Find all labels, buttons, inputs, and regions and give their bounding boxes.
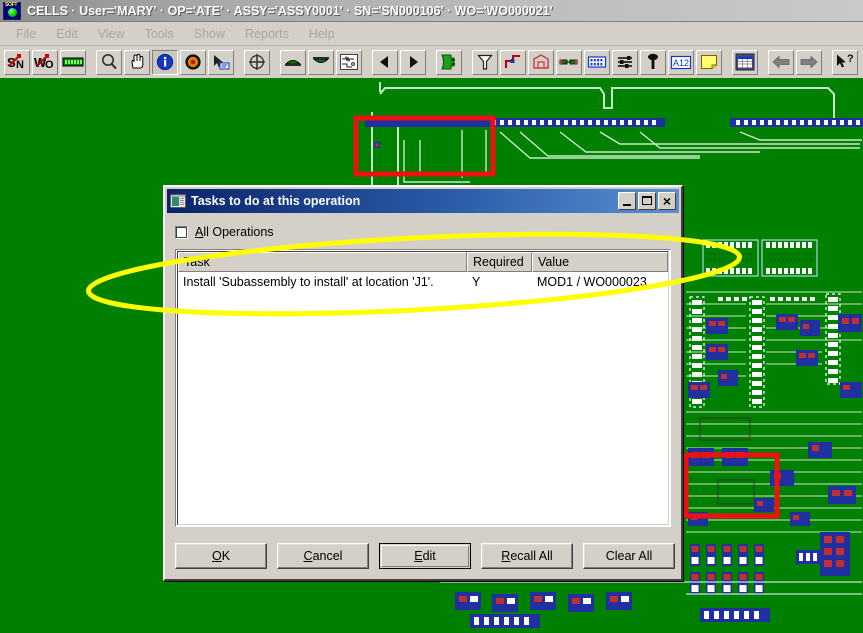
clear-all-button[interactable]: Clear All xyxy=(583,543,675,569)
all-operations-row[interactable]: All Operations xyxy=(175,221,671,243)
menu-item-edit[interactable]: Edit xyxy=(46,24,88,44)
pointer-label-icon[interactable] xyxy=(208,49,234,75)
table-row[interactable]: Install 'Subassembly to install' at loca… xyxy=(178,272,668,291)
clear-work-order-icon[interactable]: W O xyxy=(32,49,58,75)
note-icon[interactable] xyxy=(696,49,722,75)
window-title: CELLS · User='MARY' · OP='ATE' · ASSY='A… xyxy=(27,3,553,18)
tasks-list[interactable]: Task Required Value Install 'Subassembly… xyxy=(175,249,671,527)
svg-text:N: N xyxy=(16,59,24,71)
board-top-side-icon[interactable] xyxy=(280,49,306,75)
window-titlebar: SOFT CELLS · User='MARY' · OP='ATE' · AS… xyxy=(0,0,863,22)
cancel-accelerator: C xyxy=(303,549,313,563)
clear-all-label: Clear All xyxy=(605,549,653,563)
column-header-value[interactable]: Value xyxy=(532,252,668,272)
menu-item-show[interactable]: Show xyxy=(184,24,235,44)
board-chip-icon[interactable] xyxy=(60,49,86,75)
close-glyph: × xyxy=(662,193,672,209)
edit-label-rest: dit xyxy=(422,549,436,563)
svg-text:O: O xyxy=(45,59,54,71)
filter-funnel-icon[interactable] xyxy=(472,49,498,75)
ic-chip-icon[interactable] xyxy=(584,49,610,75)
maximize-button[interactable] xyxy=(638,192,656,210)
svg-text:?: ? xyxy=(847,53,854,65)
outline-shape-icon[interactable] xyxy=(528,49,554,75)
report-table-icon[interactable] xyxy=(732,49,758,75)
target-locate-icon[interactable] xyxy=(180,49,206,75)
context-help-icon[interactable]: ? xyxy=(832,49,858,75)
dialog-titlebar[interactable]: Tasks to do at this operation × xyxy=(167,189,679,213)
dialog-window-icon xyxy=(170,194,186,208)
dialog-button-row: OK Cancel Edit Recall All Clear All xyxy=(175,543,675,569)
recall-all-button[interactable]: Recall All xyxy=(481,543,573,569)
pcb-highlight-connector xyxy=(683,452,780,519)
cancel-button[interactable]: Cancel xyxy=(277,543,369,569)
zoom-magnifier-icon[interactable] xyxy=(96,49,122,75)
cell-task: Install 'Subassembly to install' at loca… xyxy=(183,274,434,289)
application-window: SOFT CELLS · User='MARY' · OP='ATE' · AS… xyxy=(0,0,863,633)
next-arrow-icon[interactable] xyxy=(400,49,426,75)
menu-item-file[interactable]: File xyxy=(6,24,46,44)
toolbar: S N W O xyxy=(0,46,863,80)
fit-to-window-icon[interactable] xyxy=(244,49,270,75)
info-icon[interactable] xyxy=(152,49,178,75)
pin-probe-icon[interactable] xyxy=(640,49,666,75)
sliders-icon[interactable] xyxy=(612,49,638,75)
reference-a12-icon[interactable]: A12 xyxy=(668,49,694,75)
previous-arrow-icon[interactable] xyxy=(372,49,398,75)
svg-text:A12: A12 xyxy=(673,58,689,68)
edit-accelerator: E xyxy=(414,549,423,563)
schematic-icon[interactable] xyxy=(336,49,362,75)
recall-all-accelerator: R xyxy=(501,549,511,563)
all-operations-checkbox[interactable] xyxy=(175,225,188,239)
ok-button[interactable]: OK xyxy=(175,543,267,569)
menu-item-tools[interactable]: Tools xyxy=(135,24,184,44)
connector-icon[interactable] xyxy=(436,49,462,75)
tasks-list-header: Task Required Value xyxy=(178,252,668,272)
column-header-task[interactable]: Task xyxy=(178,252,467,272)
clear-serial-number-icon[interactable]: S N xyxy=(4,49,30,75)
menu-item-help[interactable]: Help xyxy=(299,24,345,44)
ok-accelerator: O xyxy=(211,549,222,563)
all-operations-label-rest: ll Operations xyxy=(203,225,274,239)
forward-arrow-icon[interactable] xyxy=(796,49,822,75)
cell-value: MOD1 / WO000023... xyxy=(537,274,658,289)
recall-all-label-rest: ecall All xyxy=(510,549,553,563)
dialog-caption-buttons: × xyxy=(618,192,679,210)
dialog-body: All Operations Task Required Value Insta… xyxy=(165,213,681,569)
cells-app-icon: SOFT xyxy=(3,1,21,20)
column-header-required[interactable]: Required xyxy=(467,252,532,272)
pcb-highlight-j1 xyxy=(353,115,496,177)
board-bottom-side-icon[interactable] xyxy=(308,49,334,75)
dialog-title: Tasks to do at this operation xyxy=(191,194,361,208)
all-operations-label: All Operations xyxy=(195,225,274,239)
cancel-label-rest: ancel xyxy=(312,549,343,563)
menu-item-view[interactable]: View xyxy=(88,24,135,44)
minimize-button[interactable] xyxy=(618,192,636,210)
component-pair-icon[interactable] xyxy=(556,49,582,75)
back-arrow-icon[interactable] xyxy=(768,49,794,75)
edit-button[interactable]: Edit xyxy=(379,543,471,569)
cell-required: Y xyxy=(472,274,481,289)
pan-hand-icon[interactable] xyxy=(124,49,150,75)
net-trace-icon[interactable] xyxy=(500,49,526,75)
menu-item-reports[interactable]: Reports xyxy=(235,24,299,44)
menubar: File Edit View Tools Show Reports Help xyxy=(0,22,863,46)
tasks-dialog: Tasks to do at this operation × All Oper… xyxy=(163,185,683,581)
ok-label-rest: K xyxy=(221,549,231,563)
close-icon[interactable]: × xyxy=(658,192,676,210)
